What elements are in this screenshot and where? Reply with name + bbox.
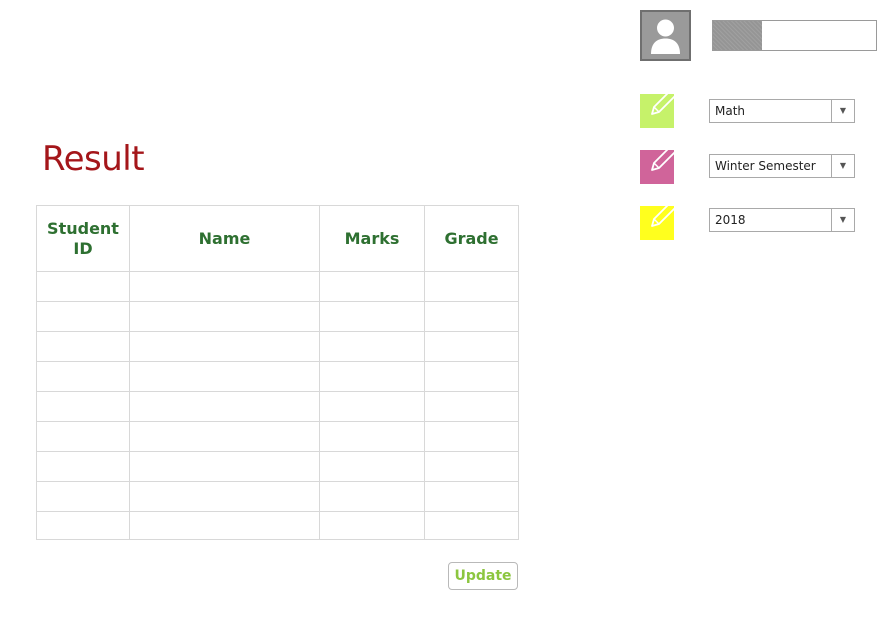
pencil-icon bbox=[651, 88, 678, 115]
table-cell[interactable] bbox=[129, 451, 320, 482]
table-cell[interactable] bbox=[129, 271, 320, 302]
table-header-row: Student ID Name Marks Grade bbox=[36, 205, 519, 272]
semester-select[interactable]: Winter Semester ▼ bbox=[709, 154, 855, 178]
subject-icon bbox=[640, 88, 678, 128]
chevron-down-icon[interactable]: ▼ bbox=[831, 155, 854, 177]
table-cell[interactable] bbox=[129, 361, 320, 392]
table-cell[interactable] bbox=[129, 301, 320, 332]
progress-bar-fill bbox=[713, 21, 762, 50]
table-cell[interactable] bbox=[424, 451, 519, 482]
table-row[interactable] bbox=[36, 271, 519, 302]
table-cell[interactable] bbox=[319, 271, 425, 302]
year-icon bbox=[640, 200, 678, 240]
table-cell[interactable] bbox=[319, 331, 425, 362]
column-header-grade: Grade bbox=[424, 205, 519, 272]
table-cell[interactable] bbox=[129, 511, 320, 540]
table-cell[interactable] bbox=[36, 481, 130, 512]
table-cell[interactable] bbox=[319, 361, 425, 392]
user-silhouette-icon bbox=[651, 19, 680, 54]
table-cell[interactable] bbox=[424, 511, 519, 540]
column-header-marks: Marks bbox=[319, 205, 425, 272]
table-cell[interactable] bbox=[36, 421, 130, 452]
table-cell[interactable] bbox=[319, 421, 425, 452]
column-header-name: Name bbox=[129, 205, 320, 272]
table-row[interactable] bbox=[36, 451, 519, 482]
table-cell[interactable] bbox=[319, 391, 425, 422]
table-cell[interactable] bbox=[319, 511, 425, 540]
table-cell[interactable] bbox=[129, 481, 320, 512]
table-row[interactable] bbox=[36, 361, 519, 392]
table-cell[interactable] bbox=[424, 481, 519, 512]
subject-select-value: Math bbox=[715, 104, 746, 118]
table-cell[interactable] bbox=[36, 451, 130, 482]
table-cell[interactable] bbox=[424, 391, 519, 422]
table-cell[interactable] bbox=[36, 361, 130, 392]
table-row[interactable] bbox=[36, 331, 519, 362]
table-cell[interactable] bbox=[36, 301, 130, 332]
table-cell[interactable] bbox=[319, 481, 425, 512]
table-cell[interactable] bbox=[319, 451, 425, 482]
table-cell[interactable] bbox=[36, 271, 130, 302]
semester-select-value: Winter Semester bbox=[715, 159, 816, 173]
table-cell[interactable] bbox=[424, 301, 519, 332]
table-cell[interactable] bbox=[424, 331, 519, 362]
table-cell[interactable] bbox=[129, 331, 320, 362]
subject-select[interactable]: Math ▼ bbox=[709, 99, 855, 123]
table-cell[interactable] bbox=[129, 391, 320, 422]
table-cell[interactable] bbox=[129, 421, 320, 452]
table-cell[interactable] bbox=[424, 421, 519, 452]
table-row[interactable] bbox=[36, 421, 519, 452]
semester-icon bbox=[640, 144, 678, 184]
page-title: Result bbox=[42, 139, 145, 179]
table-cell[interactable] bbox=[424, 361, 519, 392]
year-select-value: 2018 bbox=[715, 213, 746, 227]
table-cell[interactable] bbox=[36, 511, 130, 540]
chevron-down-icon[interactable]: ▼ bbox=[831, 209, 854, 231]
results-table: Student ID Name Marks Grade bbox=[36, 205, 519, 540]
app-window: Result Student ID Name Marks Grade Updat… bbox=[0, 0, 892, 618]
table-row[interactable] bbox=[36, 391, 519, 422]
pencil-icon bbox=[651, 200, 678, 227]
table-cell[interactable] bbox=[36, 331, 130, 362]
year-select[interactable]: 2018 ▼ bbox=[709, 208, 855, 232]
update-button[interactable]: Update bbox=[448, 562, 518, 590]
progress-bar bbox=[712, 20, 877, 51]
table-row[interactable] bbox=[36, 301, 519, 332]
column-header-student-id: Student ID bbox=[36, 205, 130, 272]
table-cell[interactable] bbox=[424, 271, 519, 302]
table-row[interactable] bbox=[36, 481, 519, 512]
chevron-down-icon[interactable]: ▼ bbox=[831, 100, 854, 122]
table-row[interactable] bbox=[36, 511, 519, 540]
avatar[interactable] bbox=[640, 10, 691, 61]
table-cell[interactable] bbox=[319, 301, 425, 332]
table-cell[interactable] bbox=[36, 391, 130, 422]
pencil-icon bbox=[651, 144, 678, 171]
